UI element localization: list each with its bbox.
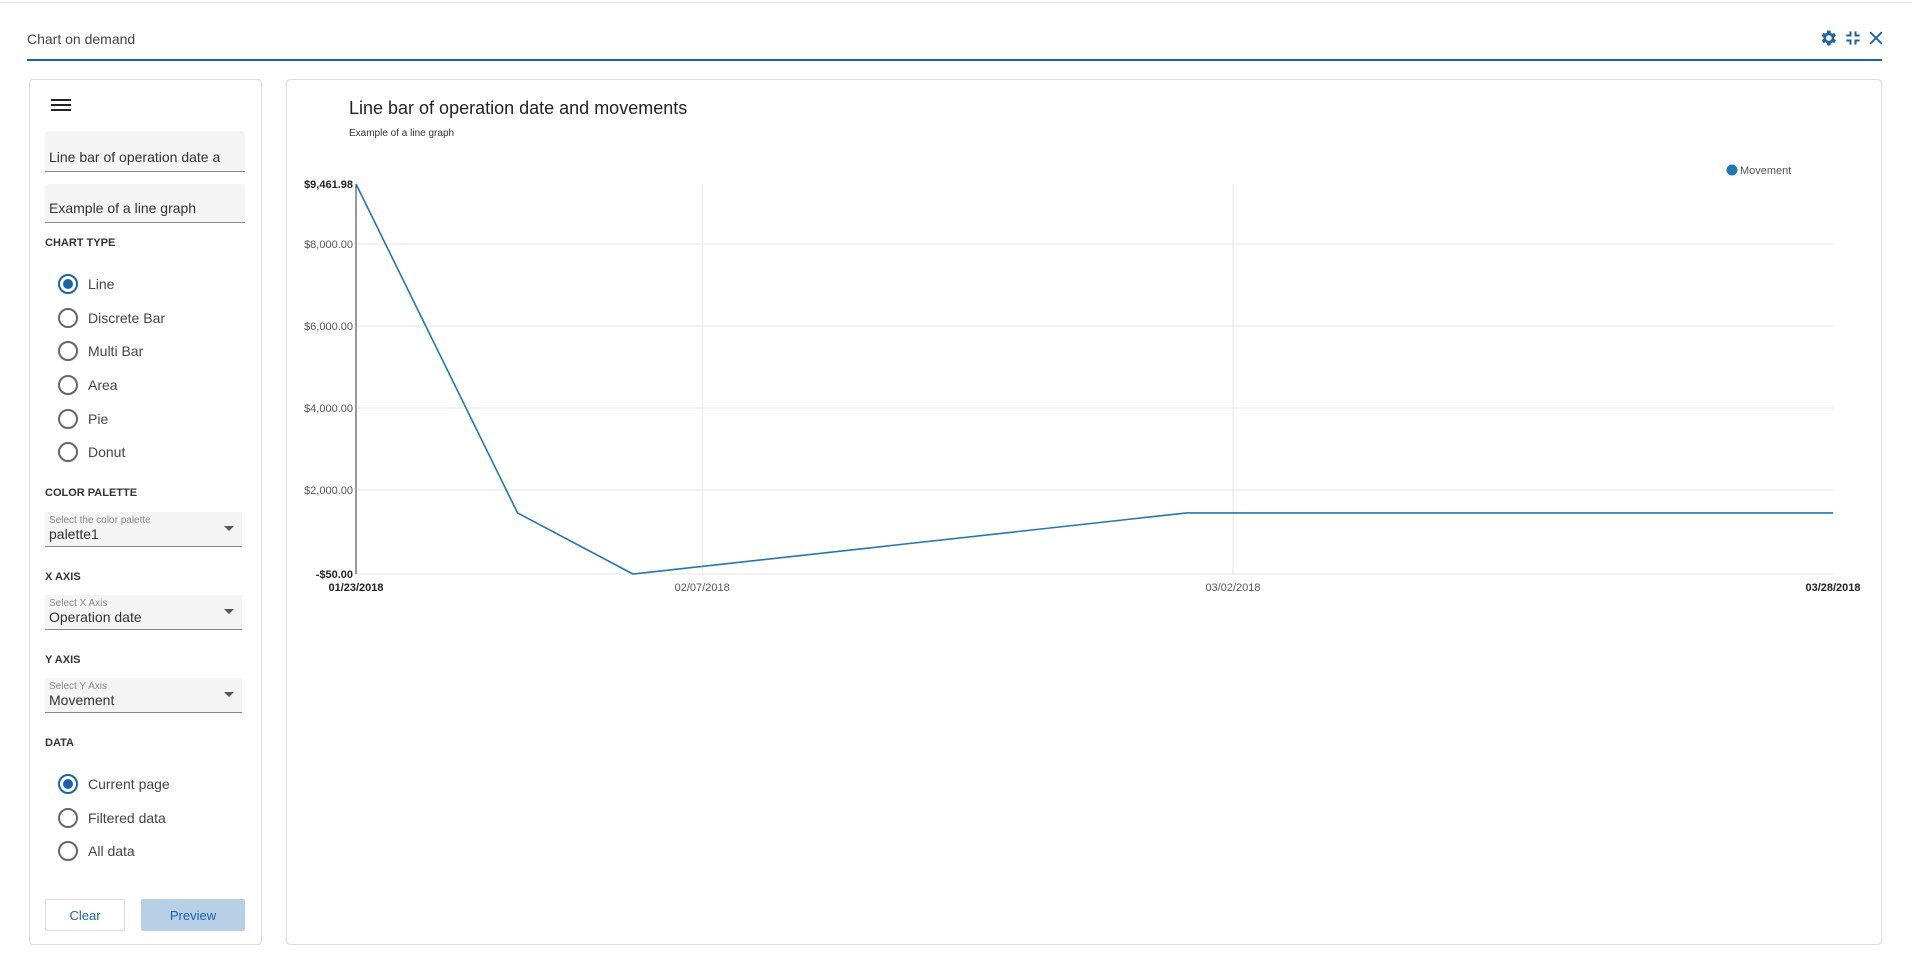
x-tick-label: 01/23/2018 [328,582,383,594]
legend-label: Movement [1740,165,1791,177]
legend-marker [1726,164,1738,176]
y-tick-label: $8,000.00 [304,239,353,251]
y-tick-label: -$50.00 [316,569,353,581]
x-tick-label: 03/28/2018 [1805,582,1860,594]
x-tick-label: 02/07/2018 [675,582,730,594]
series-line-movement [355,183,1833,575]
y-tick-label: $4,000.00 [304,403,353,415]
y-tick-label: $6,000.00 [304,321,353,333]
line-chart: $9,461.98 $8,000.00 $6,000.00 $4,000.00 $2,0… [304,164,1861,594]
x-tick-label: 03/02/2018 [1205,582,1260,594]
y-tick-label: $9,461.98 [304,179,353,191]
y-tick-label: $2,000.00 [304,485,353,497]
